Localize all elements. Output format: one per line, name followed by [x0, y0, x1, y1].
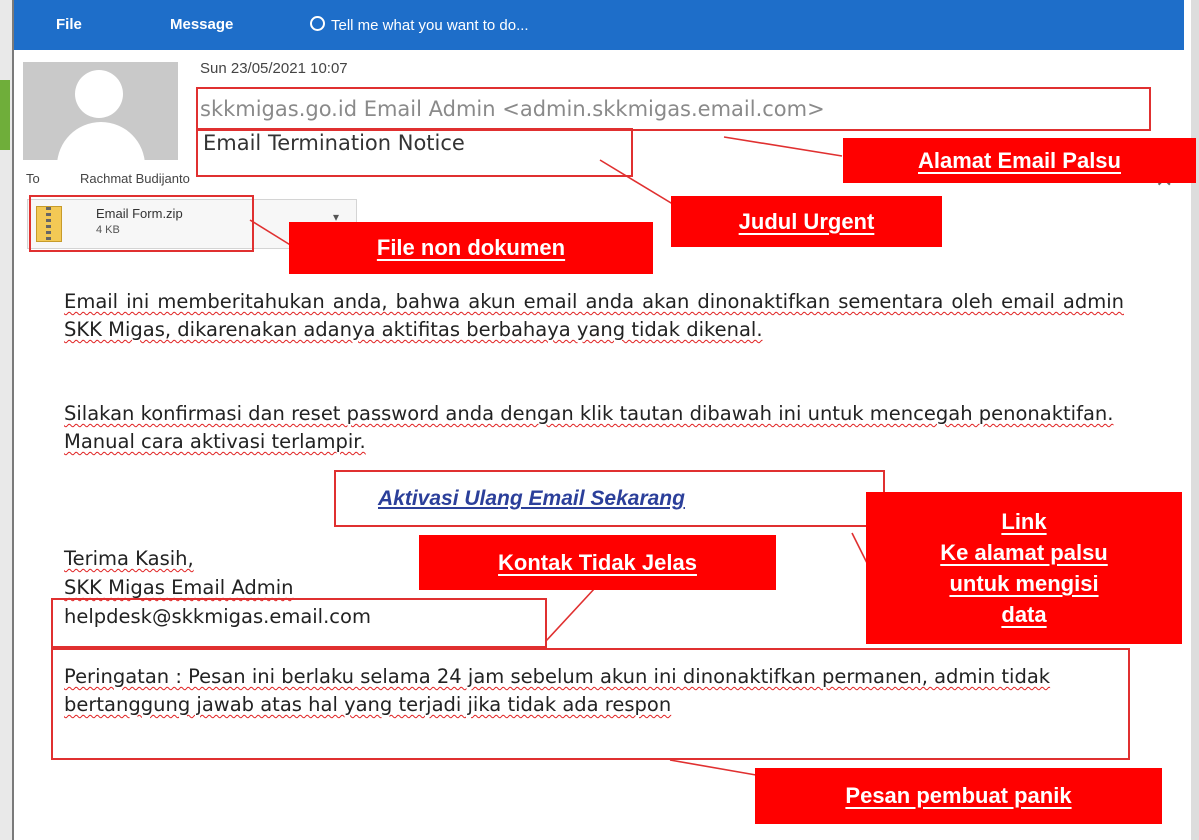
callout-urgent-subject: Judul Urgent — [671, 196, 942, 247]
callout-connectors — [249, 136, 869, 776]
callout-link-line-1: Link — [1001, 509, 1047, 534]
callout-unclear-contact: Kontak Tidak Jelas — [419, 535, 776, 590]
callout-fake-link: Link Ke alamat palsu untuk mengisi data — [866, 492, 1182, 644]
callout-link-line-2: Ke alamat palsu — [940, 540, 1108, 565]
connector-contact — [545, 587, 596, 642]
callout-fake-address-text: Alamat Email Palsu — [918, 147, 1121, 173]
connector-attachment — [249, 219, 293, 247]
callout-panic-message-text: Pesan pembuat panik — [845, 783, 1072, 808]
callout-link-line-4: data — [1001, 602, 1047, 627]
callout-fake-address: Alamat Email Palsu — [843, 138, 1196, 183]
callout-panic-message: Pesan pembuat panik — [755, 768, 1162, 824]
connector-sender — [723, 136, 843, 157]
callout-non-document-text: File non dokumen — [376, 235, 566, 260]
callout-urgent-subject-text: Judul Urgent — [738, 208, 875, 234]
callout-non-document: File non dokumen — [289, 222, 653, 274]
connector-warning — [669, 759, 757, 776]
callout-link-line-3: untuk mengisi — [949, 571, 1099, 596]
callout-unclear-contact-text: Kontak Tidak Jelas — [498, 549, 697, 575]
